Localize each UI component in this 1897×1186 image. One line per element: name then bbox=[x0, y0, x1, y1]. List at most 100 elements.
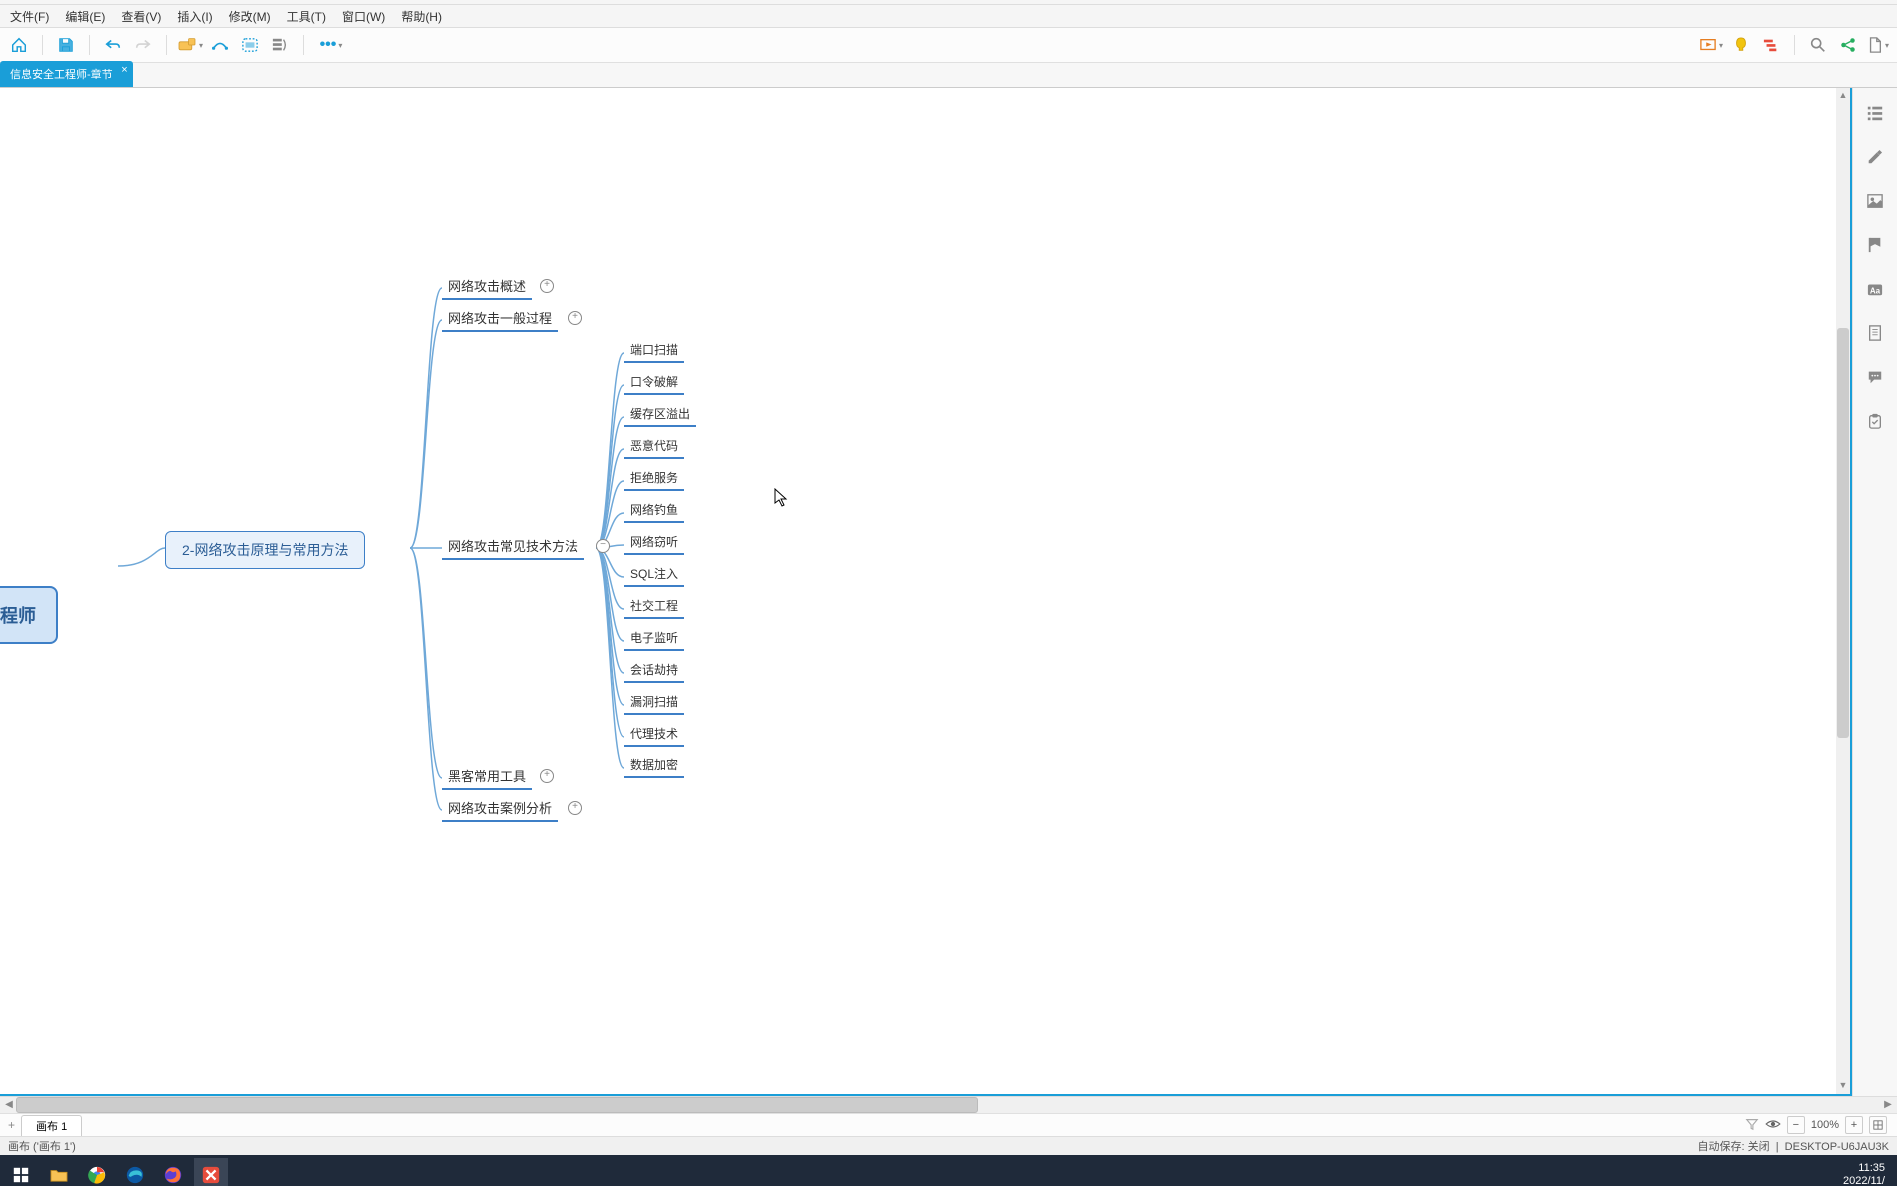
expand-icon[interactable]: + bbox=[568, 311, 582, 325]
close-icon[interactable]: × bbox=[121, 64, 127, 76]
relationship-icon[interactable] bbox=[207, 32, 233, 58]
menu-view[interactable]: 查看(V) bbox=[113, 6, 169, 27]
leaf-node[interactable]: 社交工程 bbox=[624, 594, 684, 619]
sub-node-tools[interactable]: 黑客常用工具 bbox=[442, 763, 532, 790]
svg-text:Aa: Aa bbox=[1870, 286, 1881, 295]
separator bbox=[166, 35, 167, 55]
leaf-node[interactable]: 拒绝服务 bbox=[624, 466, 684, 491]
sheet-bar: + 画布 1 − 100% + bbox=[0, 1113, 1897, 1136]
document-tab[interactable]: 信息安全工程师-章节 × bbox=[0, 61, 133, 87]
sub-node-overview[interactable]: 网络攻击概述 bbox=[442, 273, 532, 300]
sub-node-techniques[interactable]: 网络攻击常见技术方法 bbox=[442, 533, 584, 560]
separator bbox=[303, 35, 304, 55]
undo-icon[interactable] bbox=[100, 32, 126, 58]
status-bar: 画布 ('画布 1') 自动保存: 关闭 | DESKTOP-U6JAU3K bbox=[0, 1136, 1897, 1155]
edge-icon[interactable] bbox=[118, 1158, 152, 1186]
search-icon[interactable] bbox=[1805, 32, 1831, 58]
scroll-right-icon[interactable]: ▶ bbox=[1881, 1098, 1895, 1112]
leaf-node[interactable]: 漏洞扫描 bbox=[624, 690, 684, 715]
leaf-node[interactable]: SQL注入 bbox=[624, 562, 684, 587]
firefox-icon[interactable] bbox=[156, 1158, 190, 1186]
outline-panel-icon[interactable] bbox=[1862, 100, 1888, 126]
more-icon[interactable]: •••▾ bbox=[314, 32, 348, 58]
canvas[interactable]: ▲ ▼ 工程师 2-网络攻 bbox=[0, 88, 1852, 1096]
clock-date: 2022/11/ bbox=[1843, 1175, 1885, 1186]
share-icon[interactable] bbox=[1835, 32, 1861, 58]
menu-modify[interactable]: 修改(M) bbox=[221, 6, 279, 27]
sheet-tab[interactable]: 画布 1 bbox=[21, 1115, 82, 1136]
menu-insert[interactable]: 插入(I) bbox=[169, 6, 220, 27]
zoom-in-button[interactable]: + bbox=[1845, 1116, 1863, 1134]
vscroll-thumb[interactable] bbox=[1837, 328, 1849, 738]
add-sheet-icon[interactable]: + bbox=[4, 1118, 19, 1132]
chevron-down-icon[interactable]: ▾ bbox=[1719, 41, 1723, 50]
chrome-icon[interactable] bbox=[80, 1158, 114, 1186]
clock-time: 11:35 bbox=[1843, 1162, 1885, 1175]
scroll-left-icon[interactable]: ◀ bbox=[2, 1098, 16, 1112]
separator bbox=[42, 35, 43, 55]
home-icon[interactable] bbox=[6, 32, 32, 58]
leaf-node[interactable]: 恶意代码 bbox=[624, 434, 684, 459]
leaf-node[interactable]: 电子监听 bbox=[624, 626, 684, 651]
start-button[interactable] bbox=[4, 1158, 38, 1186]
separator bbox=[89, 35, 90, 55]
task-panel-icon[interactable] bbox=[1862, 408, 1888, 434]
leaf-node[interactable]: 代理技术 bbox=[624, 722, 684, 747]
chevron-down-icon[interactable]: ▾ bbox=[199, 41, 203, 50]
file-explorer-icon[interactable] bbox=[42, 1158, 76, 1186]
leaf-node[interactable]: 口令破解 bbox=[624, 370, 684, 395]
menu-bar: 文件(F) 编辑(E) 查看(V) 插入(I) 修改(M) 工具(T) 窗口(W… bbox=[0, 5, 1897, 28]
system-tray[interactable]: 11:35 2022/11/ bbox=[1843, 1162, 1893, 1186]
xmind-taskbar-icon[interactable] bbox=[194, 1158, 228, 1186]
main-area: ▲ ▼ 工程师 2-网络攻 bbox=[0, 88, 1897, 1096]
hscroll-thumb[interactable] bbox=[16, 1097, 978, 1113]
add-topic-icon[interactable]: ▾ bbox=[177, 32, 203, 58]
root-node[interactable]: 工程师 bbox=[0, 586, 58, 644]
chevron-down-icon[interactable]: ▾ bbox=[338, 41, 342, 50]
zoom-fit-button[interactable] bbox=[1869, 1116, 1887, 1134]
menu-help[interactable]: 帮助(H) bbox=[393, 6, 450, 27]
expand-icon[interactable]: + bbox=[540, 279, 554, 293]
sub-node-process[interactable]: 网络攻击一般过程 bbox=[442, 305, 558, 332]
menu-edit[interactable]: 编辑(E) bbox=[57, 6, 113, 27]
save-icon[interactable] bbox=[53, 32, 79, 58]
zoom-out-button[interactable]: − bbox=[1787, 1116, 1805, 1134]
scroll-down-icon[interactable]: ▼ bbox=[1837, 1080, 1849, 1092]
topic-node[interactable]: 2-网络攻击原理与常用方法 bbox=[165, 531, 365, 569]
comments-panel-icon[interactable] bbox=[1862, 364, 1888, 390]
leaf-node[interactable]: 端口扫描 bbox=[624, 338, 684, 363]
menu-tools[interactable]: 工具(T) bbox=[279, 6, 334, 27]
menu-window[interactable]: 窗口(W) bbox=[334, 6, 393, 27]
eye-icon[interactable] bbox=[1765, 1118, 1781, 1133]
gantt-icon[interactable] bbox=[1758, 32, 1784, 58]
presentation-icon[interactable]: ▾ bbox=[1698, 32, 1724, 58]
summary-icon[interactable] bbox=[267, 32, 293, 58]
chevron-down-icon[interactable]: ▾ bbox=[1885, 41, 1889, 50]
style-panel-icon[interactable]: Aa bbox=[1862, 276, 1888, 302]
export-icon[interactable]: ▾ bbox=[1865, 32, 1891, 58]
vertical-scrollbar[interactable]: ▲ ▼ bbox=[1836, 88, 1850, 1094]
leaf-node[interactable]: 缓存区溢出 bbox=[624, 402, 696, 427]
hostname: DESKTOP-U6JAU3K bbox=[1785, 1141, 1889, 1153]
scroll-up-icon[interactable]: ▲ bbox=[1837, 90, 1849, 102]
image-panel-icon[interactable] bbox=[1862, 188, 1888, 214]
lightbulb-icon[interactable] bbox=[1728, 32, 1754, 58]
leaf-node[interactable]: 数据加密 bbox=[624, 753, 684, 778]
leaf-node[interactable]: 网络钓鱼 bbox=[624, 498, 684, 523]
filter-icon[interactable] bbox=[1745, 1117, 1759, 1134]
format-panel-icon[interactable] bbox=[1862, 144, 1888, 170]
notes-panel-icon[interactable] bbox=[1862, 320, 1888, 346]
leaf-node[interactable]: 网络窃听 bbox=[624, 530, 684, 555]
menu-file[interactable]: 文件(F) bbox=[2, 6, 57, 27]
collapse-icon[interactable]: − bbox=[596, 539, 610, 553]
zoom-value: 100% bbox=[1811, 1119, 1839, 1131]
expand-icon[interactable]: + bbox=[568, 801, 582, 815]
boundary-icon[interactable] bbox=[237, 32, 263, 58]
sub-node-cases[interactable]: 网络攻击案例分析 bbox=[442, 795, 558, 822]
redo-icon[interactable] bbox=[130, 32, 156, 58]
separator bbox=[1794, 35, 1795, 55]
expand-icon[interactable]: + bbox=[540, 769, 554, 783]
horizontal-scrollbar[interactable]: ◀ ▶ bbox=[0, 1096, 1897, 1113]
leaf-node[interactable]: 会话劫持 bbox=[624, 658, 684, 683]
marker-panel-icon[interactable] bbox=[1862, 232, 1888, 258]
